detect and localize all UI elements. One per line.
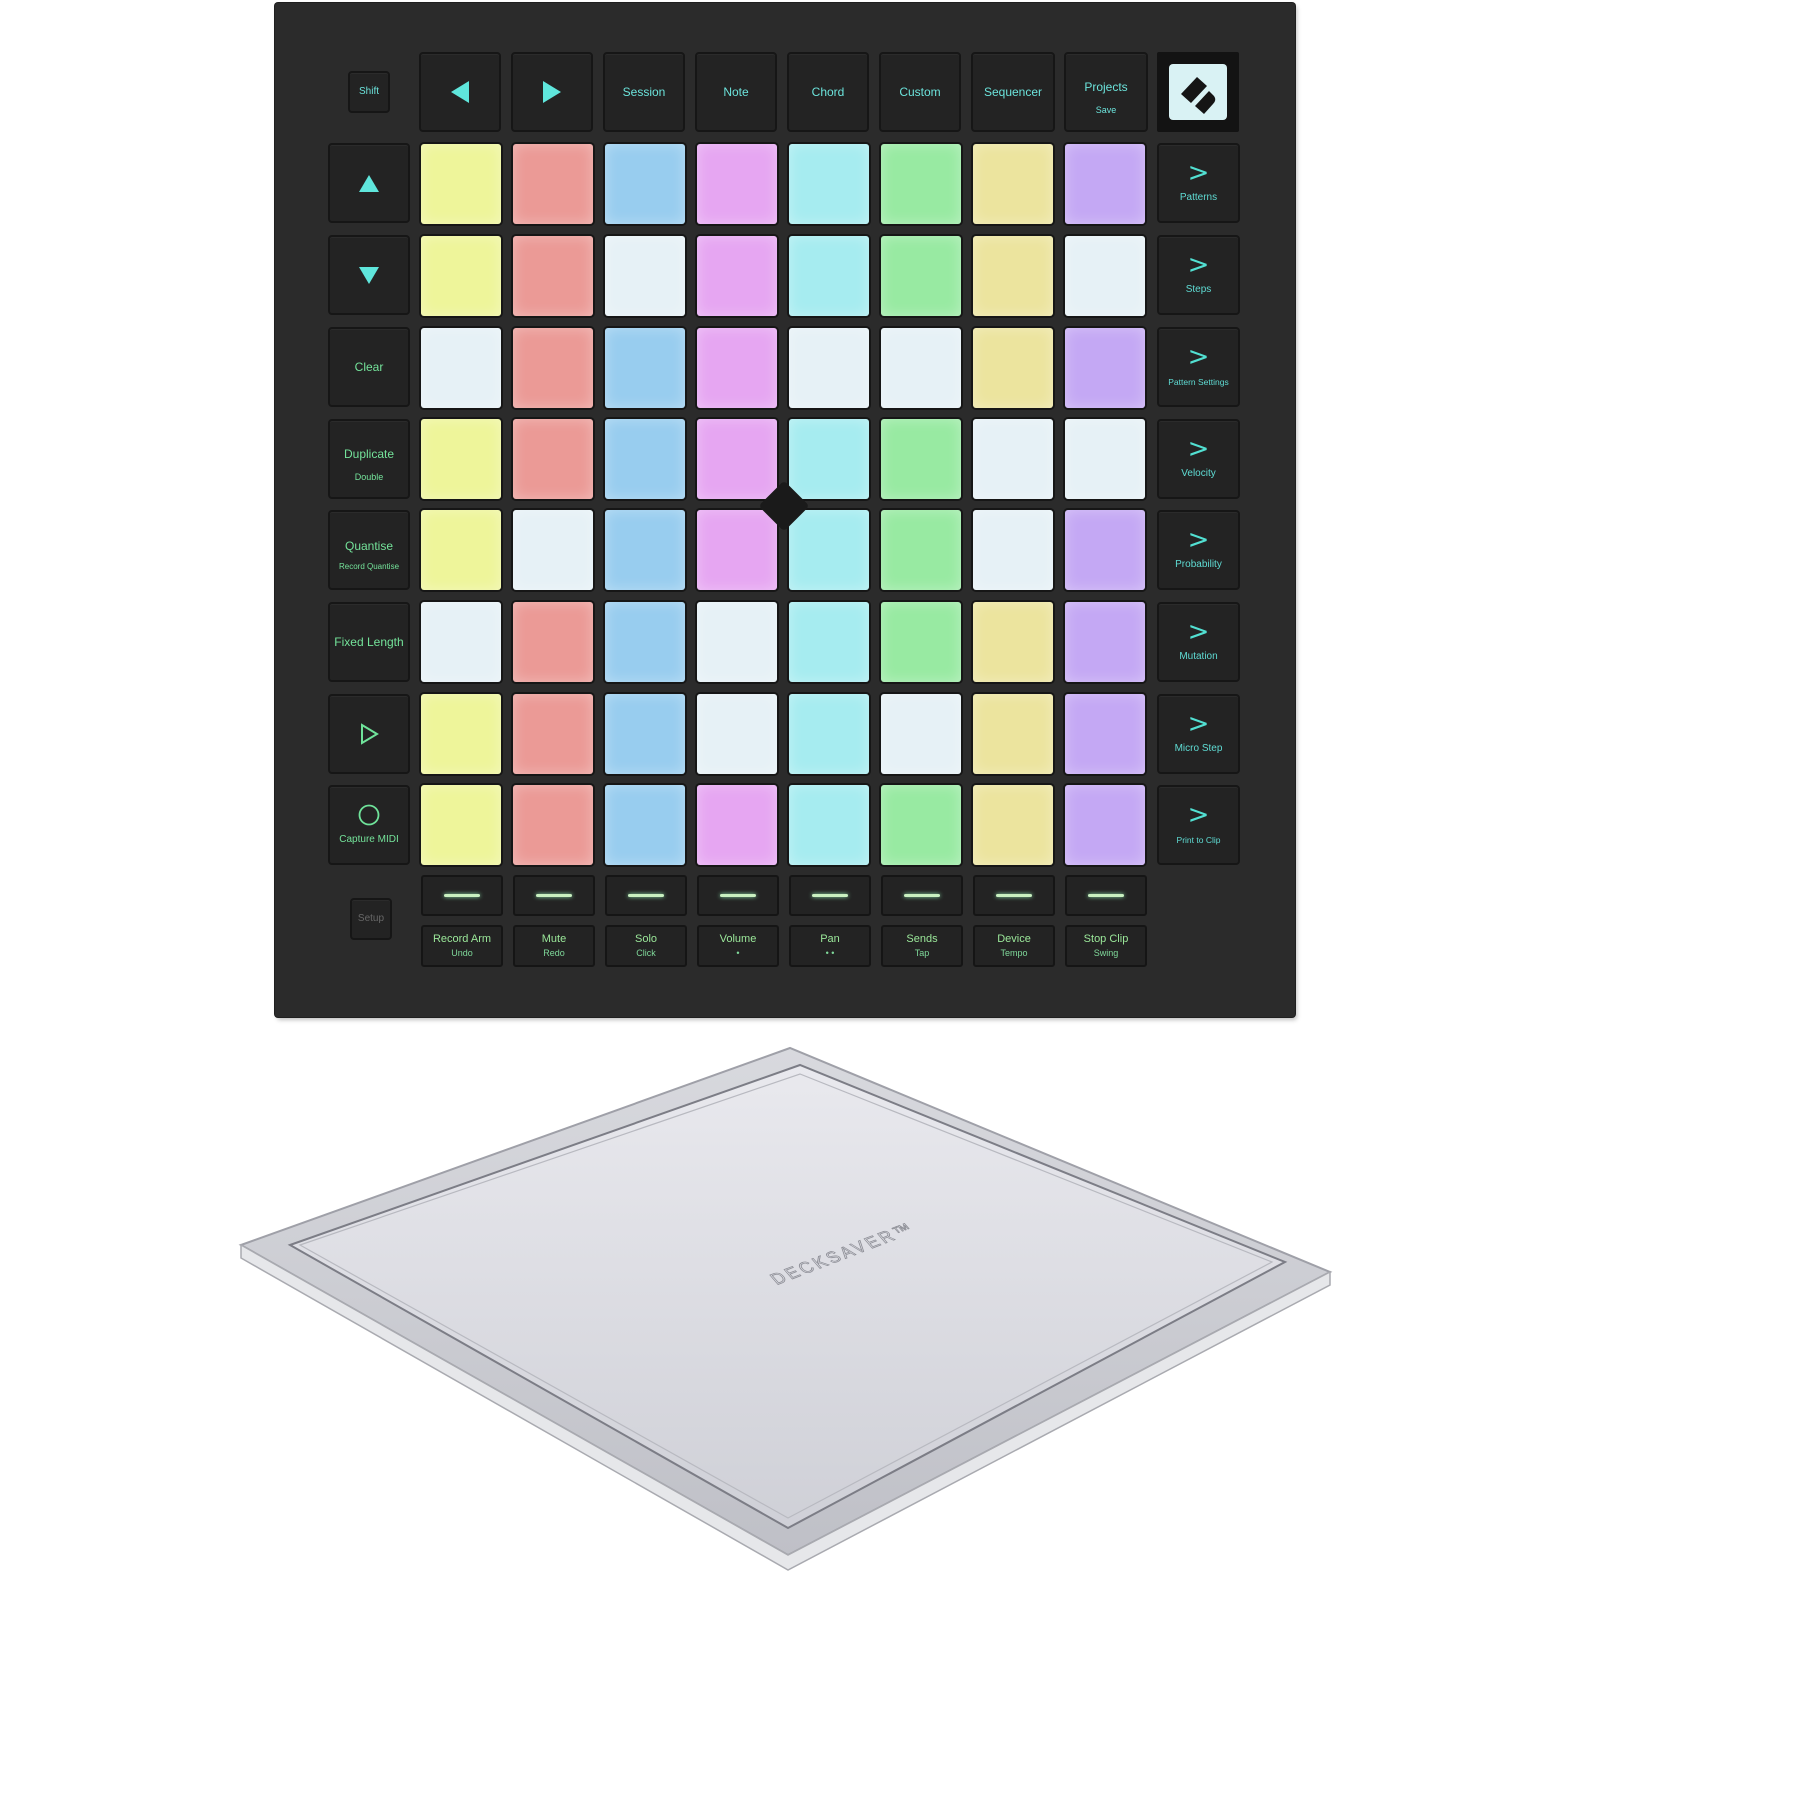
cover-lid	[287, 1063, 1288, 1530]
decksaver-cover: DECKSAVER™	[238, 1046, 1333, 1571]
